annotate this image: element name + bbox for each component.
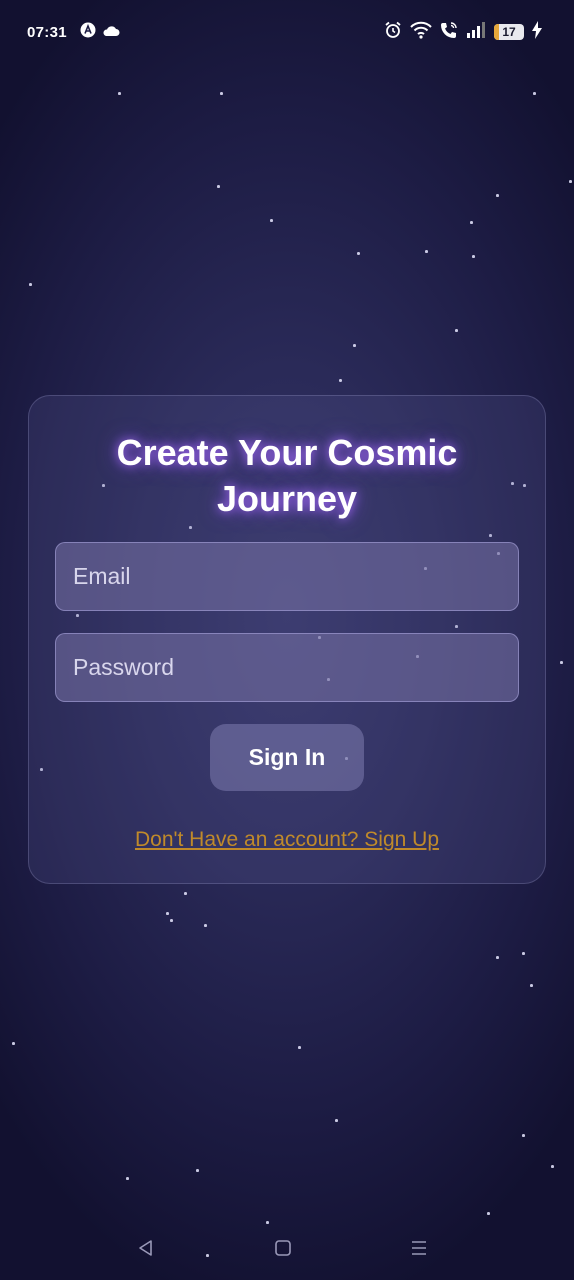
page-title: Create Your Cosmic Journey — [0, 430, 574, 522]
star-dot — [551, 1165, 554, 1168]
star-dot — [522, 952, 525, 955]
star-dot — [472, 255, 475, 258]
star-dot — [569, 180, 572, 183]
star-dot — [496, 956, 499, 959]
star-dot — [196, 1169, 199, 1172]
sign-up-link[interactable]: Don't Have an account? Sign Up — [0, 828, 574, 852]
star-dot — [184, 892, 187, 895]
back-icon[interactable] — [128, 1230, 164, 1266]
star-dot — [118, 92, 121, 95]
star-dot — [126, 1177, 129, 1180]
bolt-icon — [532, 21, 542, 43]
signal-icon — [466, 22, 486, 42]
star-dot — [560, 661, 563, 664]
password-placeholder: Password — [73, 654, 174, 680]
star-dot — [29, 283, 32, 286]
wifi-icon — [410, 21, 432, 43]
star-dot — [220, 92, 223, 95]
battery-icon: 17 — [494, 24, 524, 40]
battery-level: 17 — [502, 25, 516, 39]
star-dot — [12, 1042, 15, 1045]
title-line-2: Journey — [216, 478, 358, 519]
star-dot — [425, 250, 428, 253]
status-left-icons — [80, 22, 120, 42]
star-dot — [217, 185, 220, 188]
sign-in-label: Sign In — [248, 744, 326, 770]
star-dot — [335, 1119, 338, 1122]
star-dot — [170, 919, 173, 922]
home-icon[interactable] — [265, 1230, 301, 1266]
star-dot — [470, 221, 473, 224]
star-dot — [298, 1046, 301, 1049]
wifi-call-icon — [440, 21, 458, 43]
star-dot — [353, 344, 356, 347]
star-dot — [339, 379, 342, 382]
status-bar: 07:31 17 — [0, 0, 574, 64]
star-dot — [357, 252, 360, 255]
star-dot — [533, 92, 536, 95]
star-dot — [166, 912, 169, 915]
navigation-bar — [0, 1222, 574, 1280]
star-dot — [496, 194, 499, 197]
title-line-1: Create Your Cosmic — [116, 432, 458, 473]
alarm-icon — [384, 21, 402, 43]
star-dot — [455, 329, 458, 332]
password-field[interactable]: Password — [55, 633, 519, 702]
email-placeholder: Email — [73, 563, 131, 589]
status-right-icons: 17 — [384, 21, 542, 43]
cloud-icon — [102, 24, 120, 41]
star-dot — [522, 1134, 525, 1137]
star-dot — [270, 219, 273, 222]
status-time: 07:31 — [27, 24, 67, 41]
star-dot — [530, 984, 533, 987]
recents-icon[interactable] — [401, 1230, 437, 1266]
star-dot — [487, 1212, 490, 1215]
email-field[interactable]: Email — [55, 542, 519, 611]
star-dot — [204, 924, 207, 927]
a-icon — [80, 22, 96, 42]
sign-in-button[interactable]: Sign In — [210, 724, 364, 791]
